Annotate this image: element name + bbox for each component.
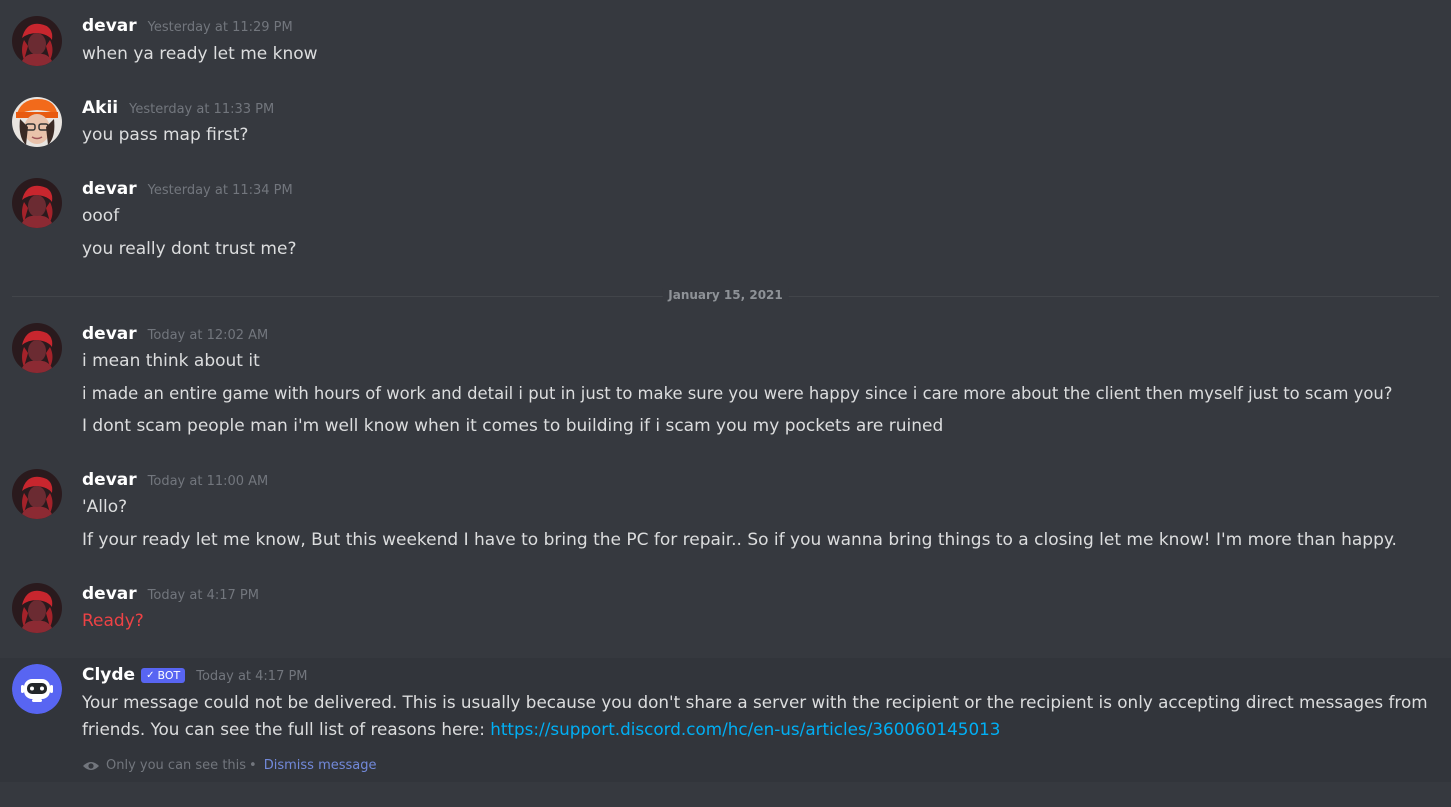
clyde-avatar[interactable] (12, 664, 62, 714)
avatar-red-hair-icon (12, 16, 62, 66)
message-text-prefix: friends. You can see the full list of re… (82, 719, 491, 739)
dismiss-message-link[interactable]: Dismiss message (264, 758, 377, 773)
avatar-red-hair-icon (12, 469, 62, 519)
chat-log: devar Yesterday at 11:29 PM when ya read… (0, 0, 1451, 807)
message-text: Your message could not be delivered. Thi… (82, 692, 1428, 712)
only-you-label: Only you can see this (106, 758, 247, 773)
bot-badge-label: BOT (157, 669, 181, 682)
message-text: ooof (82, 206, 120, 226)
message-timestamp: Today at 4:17 PM (196, 669, 308, 684)
devar-avatar[interactable] (12, 583, 62, 633)
message-text: i mean think about it (82, 351, 260, 371)
date-divider: January 15, 2021 (12, 288, 1439, 302)
support-link[interactable]: https://support.discord.com/hc/en-us/art… (490, 719, 1000, 739)
message-text: you pass map first? (82, 125, 249, 145)
date-divider-label: January 15, 2021 (662, 288, 789, 302)
message-timestamp: Yesterday at 11:34 PM (147, 183, 293, 198)
avatar-orange-cap-icon (12, 97, 62, 147)
message-text: when ya ready let me know (82, 44, 318, 64)
devar-avatar[interactable] (12, 16, 62, 66)
message-text: i made an entire game with hours of work… (82, 384, 1393, 403)
message-timestamp: Today at 4:17 PM (147, 588, 259, 603)
avatar-red-hair-icon (12, 583, 62, 633)
author-name[interactable]: devar (82, 470, 137, 490)
avatar-red-hair-icon (12, 178, 62, 228)
author-name[interactable]: devar (82, 179, 137, 199)
author-name[interactable]: devar (82, 324, 137, 344)
message-timestamp: Today at 11:00 AM (147, 474, 269, 489)
message-text: you really dont trust me? (82, 239, 297, 259)
message-timestamp: Yesterday at 11:29 PM (147, 20, 293, 35)
separator: • (249, 758, 257, 773)
verified-check-icon: ✓ (146, 670, 155, 681)
devar-avatar[interactable] (12, 469, 62, 519)
failed-message-text: Ready? (82, 611, 144, 631)
author-name[interactable]: Clyde (82, 665, 135, 685)
author-name[interactable]: devar (82, 16, 137, 36)
message-text: If your ready let me know, But this week… (82, 530, 1397, 550)
message-text: I dont scam people man i'm well know whe… (82, 416, 944, 436)
clyde-bot-icon (12, 664, 62, 714)
ephemeral-notice: Only you can see this • Dismiss message (82, 758, 377, 773)
message-text: friends. You can see the full list of re… (82, 719, 1000, 739)
devar-avatar[interactable] (12, 178, 62, 228)
avatar-red-hair-icon (12, 323, 62, 373)
message-text: 'Allo? (82, 497, 128, 517)
author-name[interactable]: devar (82, 584, 137, 604)
bot-badge: ✓ BOT (141, 668, 186, 683)
message-timestamp: Today at 12:02 AM (147, 328, 269, 343)
eye-icon (83, 761, 99, 770)
akii-avatar[interactable] (12, 97, 62, 147)
author-name[interactable]: Akii (82, 98, 118, 118)
devar-avatar[interactable] (12, 323, 62, 373)
message-timestamp: Yesterday at 11:33 PM (129, 102, 275, 117)
